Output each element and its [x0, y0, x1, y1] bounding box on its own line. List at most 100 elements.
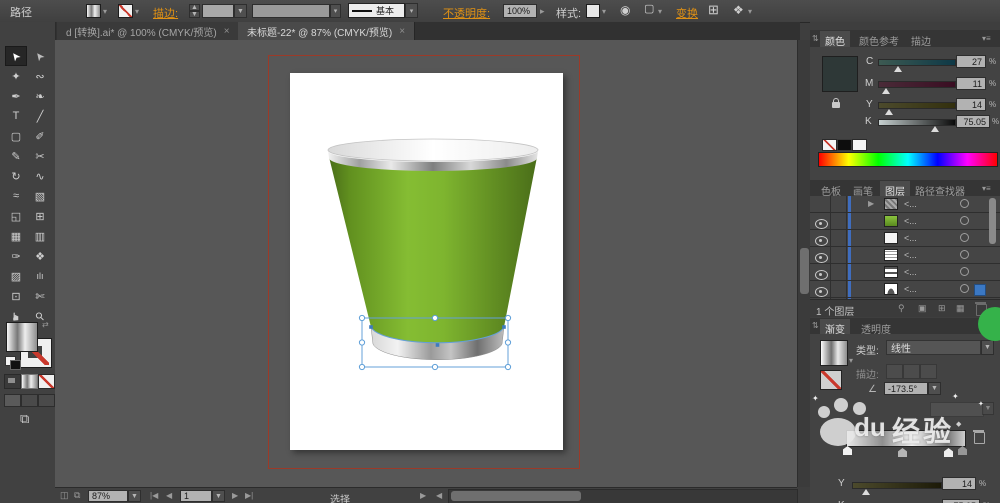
layer-row-4-visibility-icon[interactable]: [815, 253, 828, 263]
draw-normal-mode-button[interactable]: [4, 394, 21, 407]
fill-proxy[interactable]: [6, 322, 38, 352]
next-artboard-icon[interactable]: ▶: [232, 491, 238, 500]
mesh-tool[interactable]: ▦: [5, 226, 27, 246]
gradient-stop-3[interactable]: [944, 448, 953, 457]
width-profile-field[interactable]: [252, 4, 330, 18]
tab-document-2[interactable]: 未标题-22* @ 87% (CMYK/预览) ×: [238, 22, 415, 40]
pen-tool[interactable]: ✒: [5, 86, 27, 106]
artboard-number-dropdown-icon[interactable]: ▼: [212, 490, 225, 502]
gradient-type-dropdown[interactable]: 线性: [886, 340, 981, 355]
layer-row-4-target-icon[interactable]: [960, 250, 969, 259]
lasso-tool[interactable]: ∾: [29, 66, 51, 86]
swap-fill-stroke-icon[interactable]: ⇄: [42, 320, 49, 329]
gradient-value-field-k[interactable]: 75.05: [942, 499, 980, 503]
value-field-m[interactable]: 11: [956, 77, 986, 90]
current-color-swatch[interactable]: [822, 56, 858, 92]
layer-row-3-target-icon[interactable]: [960, 233, 969, 242]
layer-row-4-thumbnail[interactable]: [884, 249, 898, 261]
stroke-swatch[interactable]: [118, 4, 133, 18]
status-expander-icon[interactable]: ▶: [420, 491, 426, 500]
none-swatch[interactable]: [822, 139, 837, 151]
layer-row-2[interactable]: <...: [810, 213, 1000, 230]
draw-inside-mode-button[interactable]: [38, 394, 55, 407]
prev-artboard-icon[interactable]: ◀: [166, 491, 172, 500]
magic-wand-tool[interactable]: ✦: [5, 66, 27, 86]
shape-builder-tool[interactable]: ◱: [5, 206, 27, 226]
stroke-dropdown-icon[interactable]: ▾: [135, 7, 139, 16]
selection-tool[interactable]: ➤: [5, 46, 27, 66]
blend-tool[interactable]: ❖: [29, 246, 51, 266]
screen-mode-icon[interactable]: ⧉: [20, 412, 29, 425]
status-export-icon[interactable]: ⧉: [74, 490, 80, 501]
opacity-link[interactable]: 不透明度:: [443, 5, 490, 21]
gradient-panel-collapse-icon[interactable]: ⇅: [812, 321, 819, 330]
artboard-number-field[interactable]: 1: [180, 490, 212, 502]
layer-row-5-thumbnail[interactable]: [884, 266, 898, 278]
slider-thumb-c[interactable]: [894, 66, 902, 72]
gradient-preview-swatch[interactable]: [820, 340, 848, 366]
new-layer-icon[interactable]: ▦: [956, 303, 965, 314]
slider-track-c[interactable]: [878, 59, 956, 66]
warp-tool[interactable]: ≈: [5, 186, 27, 206]
layer-row-5-target-icon[interactable]: [960, 267, 969, 276]
slider-thumb-y[interactable]: [885, 109, 893, 115]
zoom-level-field[interactable]: 87%: [88, 490, 128, 502]
canvas-area[interactable]: [55, 40, 797, 487]
delete-stop-icon[interactable]: [974, 432, 985, 444]
style-swatch[interactable]: [586, 4, 600, 18]
layer-row-5-name[interactable]: <...: [904, 267, 917, 277]
stroke-weight-up[interactable]: ▲: [189, 4, 200, 11]
blob-brush-tool[interactable]: ❧: [29, 86, 51, 106]
pencil-tool[interactable]: ✎: [5, 146, 27, 166]
gradient-value-field-y[interactable]: 14: [942, 477, 976, 490]
stroke-panel-link[interactable]: 描边:: [153, 5, 178, 21]
layer-row-3-thumbnail[interactable]: [884, 232, 898, 244]
brush-definition-dropdown[interactable]: ▾: [405, 3, 418, 18]
layer-row-4-name[interactable]: <...: [904, 250, 917, 260]
color-panel-menu-icon[interactable]: ▾≡: [982, 34, 991, 43]
gradient-stop-2[interactable]: [898, 448, 907, 457]
layer-row-6-target-icon[interactable]: [960, 284, 969, 293]
lock-icon[interactable]: [832, 102, 840, 108]
gradient-mode-button[interactable]: [21, 374, 38, 389]
width-tool[interactable]: ∿: [29, 166, 51, 186]
fill-swatch[interactable]: [86, 4, 101, 18]
last-artboard-icon[interactable]: ▶|: [245, 491, 253, 500]
vertical-scrollbar-thumb[interactable]: [800, 248, 809, 294]
gradient-slider-thumb-y[interactable]: [862, 489, 870, 495]
gradient-stroke-option-3[interactable]: [920, 364, 937, 379]
stroke-weight-field[interactable]: [202, 4, 234, 18]
layer-row-6-thumbnail[interactable]: [884, 283, 898, 295]
gradient-stop-1[interactable]: [843, 446, 852, 455]
symbol-sprayer-tool[interactable]: ▨: [5, 266, 27, 286]
gradient-midpoint-icon-1[interactable]: ◆: [936, 420, 941, 428]
layer-row-2-visibility-icon[interactable]: [815, 219, 828, 229]
delete-layer-icon[interactable]: [976, 304, 987, 316]
layer-row-1-name[interactable]: <...: [904, 199, 917, 209]
layer-row-1-target-icon[interactable]: [960, 199, 969, 208]
layer-row-2-target-icon[interactable]: [960, 216, 969, 225]
color-panel-collapse-icon[interactable]: ⇅: [812, 34, 819, 43]
layers-scrollbar-thumb[interactable]: [989, 198, 996, 244]
slider-thumb-m[interactable]: [882, 88, 890, 94]
paintbrush-tool[interactable]: ✐: [29, 126, 51, 146]
opacity-stepper-icon[interactable]: ▸: [540, 6, 545, 17]
color-mode-button[interactable]: [4, 374, 21, 389]
layer-row-1[interactable]: ▶ <...: [810, 196, 1000, 213]
select-similar-dropdown-icon[interactable]: ▾: [658, 7, 662, 16]
layer-row-3[interactable]: <...: [810, 230, 1000, 247]
eyedropper-tool[interactable]: ✑: [5, 246, 27, 266]
more-options-icon[interactable]: ❖: [733, 4, 744, 16]
align-icon[interactable]: ⊞: [708, 3, 719, 16]
status-doc-icon[interactable]: ◫: [60, 490, 69, 501]
layer-row-1-expand-icon[interactable]: ▶: [868, 199, 874, 208]
gradient-angle-field[interactable]: -173.5°: [884, 382, 928, 395]
layer-row-4[interactable]: <...: [810, 247, 1000, 264]
color-spectrum-bar[interactable]: [818, 152, 998, 167]
gradient-stroke-option-1[interactable]: [886, 364, 903, 379]
fill-dropdown-icon[interactable]: ▾: [103, 7, 107, 16]
gradient-stroke-option-2[interactable]: [903, 364, 920, 379]
slider-thumb-k[interactable]: [931, 126, 939, 132]
perspective-grid-tool[interactable]: ⊞: [29, 206, 51, 226]
gradient-stroke-swatch[interactable]: [820, 370, 842, 390]
